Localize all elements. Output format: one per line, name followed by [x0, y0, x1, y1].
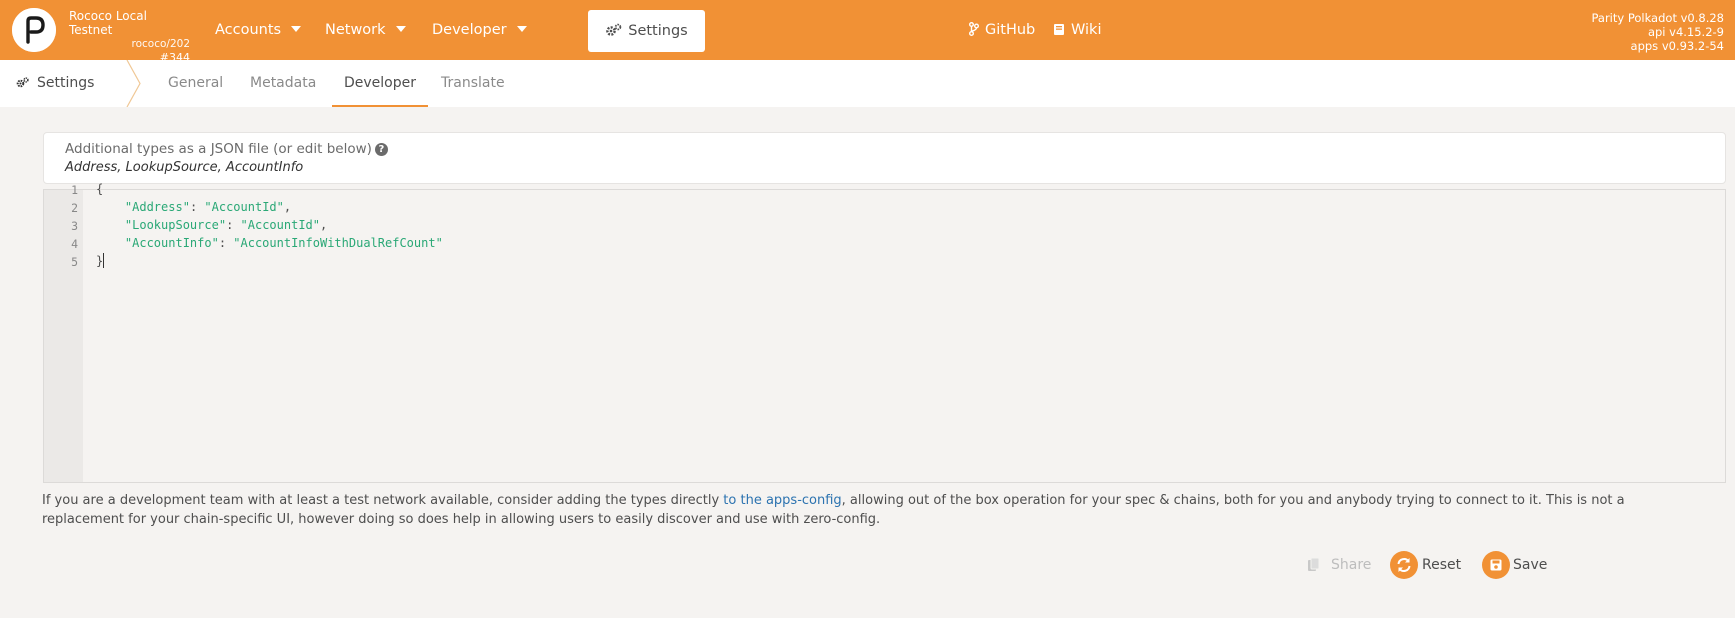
github-link[interactable]: GitHub: [969, 10, 1035, 50]
description-text-before: If you are a development team with at le…: [42, 493, 724, 508]
line-number: 3: [71, 219, 78, 233]
json-value: "AccountId": [204, 200, 284, 214]
nav-network-label: Network: [325, 22, 386, 38]
help-icon[interactable]: ?: [374, 143, 388, 156]
apps-config-link[interactable]: to the apps-config: [723, 493, 841, 508]
text-cursor: [103, 253, 105, 268]
tab-developer[interactable]: Developer: [331, 60, 429, 107]
book-icon: [1054, 23, 1064, 35]
chain-name: Rococo Local Testnet: [69, 9, 147, 37]
chain-selector[interactable]: Rococo Local Testnet rococo/202 #344: [68, 9, 190, 65]
nav-settings-label: Settings: [628, 23, 688, 39]
top-navigation-bar: Rococo Local Testnet rococo/202 #344 Acc…: [0, 0, 1735, 64]
types-file-input[interactable]: Additional types as a JSON file (or edit…: [43, 132, 1726, 184]
reset-label: Reset: [1422, 557, 1462, 573]
line-number-gutter: 1 2 3 4 5: [44, 183, 83, 482]
code-branch-icon: [969, 22, 979, 36]
json-code-editor[interactable]: 1 2 3 4 5 { "Address": "AccountId", "Loo…: [43, 182, 1726, 483]
sync-icon: [1397, 558, 1411, 572]
save-icon-circle: [1482, 551, 1510, 579]
json-key: "Address": [124, 200, 190, 214]
wiki-label: Wiki: [1071, 22, 1102, 38]
json-key: "AccountInfo": [124, 236, 219, 250]
chain-spec: rococo/202: [131, 38, 190, 50]
tab-metadata[interactable]: Metadata: [250, 60, 316, 107]
nav-settings[interactable]: Settings: [588, 10, 705, 52]
save-button[interactable]: Save: [1482, 550, 1547, 580]
tab-general[interactable]: General: [168, 60, 223, 107]
line-number: 2: [71, 201, 78, 215]
open-brace: {: [96, 182, 104, 196]
api-version: api v4.15.2-9: [1647, 25, 1724, 39]
save-label: Save: [1513, 557, 1548, 573]
types-summary: Address, LookupSource, AccountInfo: [65, 160, 304, 175]
tab-translate[interactable]: Translate: [441, 60, 505, 107]
share-button[interactable]: Share: [1307, 550, 1371, 580]
section-title: Settings: [16, 60, 94, 107]
chevron-down-icon: [291, 26, 302, 32]
code-line: "LookupSource": "AccountId",: [124, 218, 328, 232]
wiki-link[interactable]: Wiki: [1053, 10, 1101, 50]
json-key: "LookupSource": [124, 218, 227, 232]
nav-developer-label: Developer: [432, 22, 507, 38]
settings-tabs-bar: Settings General Metadata Developer Tran…: [0, 60, 1735, 107]
code-line: {: [96, 182, 103, 196]
section-title-label: Settings: [37, 75, 95, 91]
nav-accounts[interactable]: Accounts: [215, 10, 302, 50]
close-brace: }: [96, 254, 104, 268]
line-number: 1: [71, 183, 78, 197]
nav-developer[interactable]: Developer: [432, 10, 527, 50]
chevron-down-icon: [516, 26, 527, 32]
github-label: GitHub: [985, 22, 1036, 38]
json-value: "AccountInfoWithDualRefCount": [233, 236, 443, 250]
reset-icon-circle: [1390, 551, 1418, 579]
json-value: "AccountId": [240, 218, 320, 232]
help-description: If you are a development team with at le…: [42, 491, 1707, 529]
polkadot-logo-icon[interactable]: [12, 8, 56, 52]
copy-icon: [1308, 557, 1320, 571]
reset-button[interactable]: Reset: [1390, 550, 1462, 580]
code-line: "AccountInfo": "AccountInfoWithDualRefCo…: [124, 236, 443, 250]
line-number: 4: [71, 237, 78, 251]
version-info: Parity Polkadot v0.8.28 api v4.15.2-9 ap…: [1591, 11, 1724, 53]
line-number: 5: [71, 255, 78, 269]
cogs-icon: [16, 76, 29, 87]
floppy-disk-icon: [1490, 559, 1502, 571]
types-file-label: Additional types as a JSON file (or edit…: [65, 141, 388, 157]
code-line: }: [96, 253, 105, 269]
chevron-down-icon: [395, 26, 406, 32]
code-line: "Address": "AccountId",: [124, 200, 292, 214]
breadcrumb-chevron-icon: [126, 60, 141, 107]
apps-version: apps v0.93.2-54: [1630, 39, 1724, 53]
cogs-icon: [606, 23, 622, 36]
node-version: Parity Polkadot v0.8.28: [1591, 11, 1724, 25]
nav-network[interactable]: Network: [325, 10, 406, 50]
nav-accounts-label: Accounts: [215, 22, 282, 38]
types-file-label-text: Additional types as a JSON file (or edit…: [65, 141, 372, 157]
share-label: Share: [1331, 557, 1372, 573]
